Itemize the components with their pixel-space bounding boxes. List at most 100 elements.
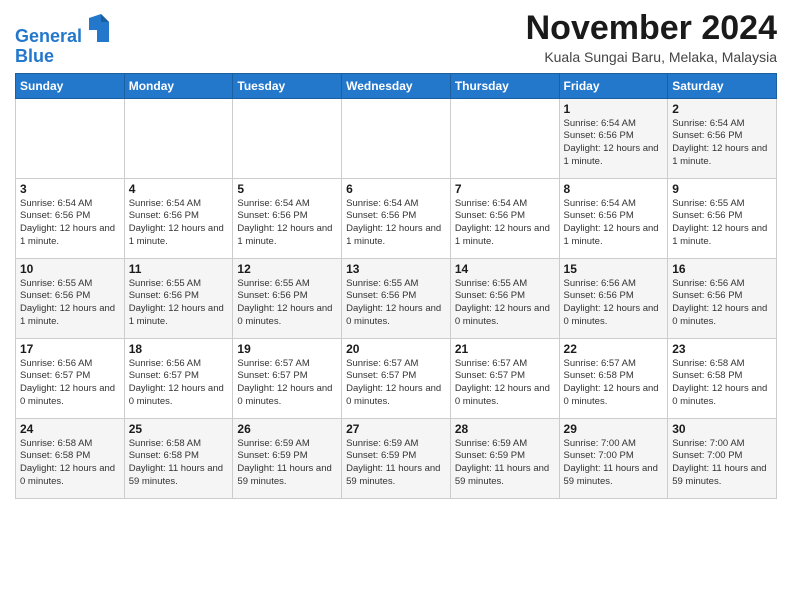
- col-header-sunday: Sunday: [16, 73, 125, 98]
- calendar-week-3: 10 Sunrise: 6:55 AM Sunset: 6:56 PM Dayli…: [16, 258, 777, 338]
- calendar-table: SundayMondayTuesdayWednesdayThursdayFrid…: [15, 73, 777, 499]
- calendar-cell: [450, 98, 559, 178]
- calendar-week-4: 17Sunrise: 6:56 AM Sunset: 6:57 PM Dayli…: [16, 338, 777, 418]
- calendar-cell: 23 Sunrise: 6:58 AM Sunset: 6:58 PM Dayli…: [668, 338, 777, 418]
- calendar-cell: 21Sunrise: 6:57 AM Sunset: 6:57 PM Dayli…: [450, 338, 559, 418]
- col-header-saturday: Saturday: [668, 73, 777, 98]
- day-info: Sunrise: 6:55 AM Sunset: 6:56 PM Dayligh…: [20, 278, 120, 329]
- day-number: 17: [20, 342, 120, 356]
- day-info: Sunrise: 6:55 AM Sunset: 6:56 PM Dayligh…: [346, 278, 446, 329]
- day-number: 11: [129, 262, 229, 276]
- col-header-wednesday: Wednesday: [342, 73, 451, 98]
- calendar-cell: 10 Sunrise: 6:55 AM Sunset: 6:56 PM Dayli…: [16, 258, 125, 338]
- calendar-cell: 2 Sunrise: 6:54 AM Sunset: 6:56 PM Daylig…: [668, 98, 777, 178]
- calendar-cell: 15 Sunrise: 6:56 AM Sunset: 6:56 PM Dayli…: [559, 258, 668, 338]
- calendar-cell: 28 Sunrise: 6:59 AM Sunset: 6:59 PM Dayli…: [450, 418, 559, 498]
- day-number: 3: [20, 182, 120, 196]
- day-number: 23: [672, 342, 772, 356]
- day-number: 6: [346, 182, 446, 196]
- day-number: 4: [129, 182, 229, 196]
- calendar-cell: 27 Sunrise: 6:59 AM Sunset: 6:59 PM Dayli…: [342, 418, 451, 498]
- day-info: Sunrise: 6:54 AM Sunset: 6:56 PM Dayligh…: [564, 198, 664, 249]
- title-block: November 2024 Kuala Sungai Baru, Melaka,…: [526, 10, 777, 65]
- calendar-cell: 1 Sunrise: 6:54 AM Sunset: 6:56 PM Daylig…: [559, 98, 668, 178]
- calendar-cell: 22Sunrise: 6:57 AM Sunset: 6:58 PM Dayli…: [559, 338, 668, 418]
- calendar-cell: 18Sunrise: 6:56 AM Sunset: 6:57 PM Dayli…: [124, 338, 233, 418]
- day-number: 24: [20, 422, 120, 436]
- day-info: Sunrise: 6:55 AM Sunset: 6:56 PM Dayligh…: [672, 198, 772, 249]
- calendar-cell: 3Sunrise: 6:54 AM Sunset: 6:56 PM Daylig…: [16, 178, 125, 258]
- calendar-cell: 19 Sunrise: 6:57 AM Sunset: 6:57 PM Dayli…: [233, 338, 342, 418]
- logo: General Blue: [15, 14, 109, 67]
- day-info: Sunrise: 6:58 AM Sunset: 6:58 PM Dayligh…: [20, 438, 120, 489]
- location: Kuala Sungai Baru, Melaka, Malaysia: [526, 49, 777, 65]
- day-info: Sunrise: 6:56 AM Sunset: 6:56 PM Dayligh…: [564, 278, 664, 329]
- calendar-week-1: 1 Sunrise: 6:54 AM Sunset: 6:56 PM Daylig…: [16, 98, 777, 178]
- day-info: Sunrise: 6:59 AM Sunset: 6:59 PM Dayligh…: [346, 438, 446, 489]
- calendar-cell: 25Sunrise: 6:58 AM Sunset: 6:58 PM Dayli…: [124, 418, 233, 498]
- logo-blue: Blue: [15, 47, 109, 67]
- logo-icon: [89, 14, 109, 42]
- calendar-header-row: SundayMondayTuesdayWednesdayThursdayFrid…: [16, 73, 777, 98]
- day-info: Sunrise: 6:54 AM Sunset: 6:56 PM Dayligh…: [455, 198, 555, 249]
- day-info: Sunrise: 6:55 AM Sunset: 6:56 PM Dayligh…: [237, 278, 337, 329]
- col-header-friday: Friday: [559, 73, 668, 98]
- calendar-cell: 7 Sunrise: 6:54 AM Sunset: 6:56 PM Daylig…: [450, 178, 559, 258]
- calendar-cell: [124, 98, 233, 178]
- calendar-cell: 20 Sunrise: 6:57 AM Sunset: 6:57 PM Dayli…: [342, 338, 451, 418]
- calendar-cell: [342, 98, 451, 178]
- logo-general: General: [15, 26, 82, 46]
- day-number: 19: [237, 342, 337, 356]
- day-number: 8: [564, 182, 664, 196]
- day-number: 7: [455, 182, 555, 196]
- day-info: Sunrise: 6:57 AM Sunset: 6:57 PM Dayligh…: [237, 358, 337, 409]
- day-info: Sunrise: 7:00 AM Sunset: 7:00 PM Dayligh…: [564, 438, 664, 489]
- day-info: Sunrise: 6:54 AM Sunset: 6:56 PM Dayligh…: [237, 198, 337, 249]
- day-info: Sunrise: 6:54 AM Sunset: 6:56 PM Dayligh…: [564, 118, 664, 169]
- col-header-tuesday: Tuesday: [233, 73, 342, 98]
- calendar-cell: 29 Sunrise: 7:00 AM Sunset: 7:00 PM Dayli…: [559, 418, 668, 498]
- day-number: 5: [237, 182, 337, 196]
- day-number: 15: [564, 262, 664, 276]
- day-info: Sunrise: 6:57 AM Sunset: 6:57 PM Dayligh…: [346, 358, 446, 409]
- calendar-cell: 4Sunrise: 6:54 AM Sunset: 6:56 PM Daylig…: [124, 178, 233, 258]
- day-number: 16: [672, 262, 772, 276]
- day-number: 12: [237, 262, 337, 276]
- day-info: Sunrise: 6:59 AM Sunset: 6:59 PM Dayligh…: [455, 438, 555, 489]
- calendar-week-2: 3 Sunrise: 6:54 AM Sunset: 6:56 PM Daylig…: [16, 178, 777, 258]
- day-number: 20: [346, 342, 446, 356]
- page-header: General Blue November 2024 Kuala Sungai …: [15, 10, 777, 67]
- day-number: 9: [672, 182, 772, 196]
- day-number: 2: [672, 102, 772, 116]
- calendar-cell: 6 Sunrise: 6:54 AM Sunset: 6:56 PM Daylig…: [342, 178, 451, 258]
- day-info: Sunrise: 6:55 AM Sunset: 6:56 PM Dayligh…: [129, 278, 229, 329]
- day-number: 1: [564, 102, 664, 116]
- calendar-week-5: 24 Sunrise: 6:58 AM Sunset: 6:58 PM Dayli…: [16, 418, 777, 498]
- day-number: 25: [129, 422, 229, 436]
- calendar-cell: 13 Sunrise: 6:55 AM Sunset: 6:56 PM Dayli…: [342, 258, 451, 338]
- day-number: 10: [20, 262, 120, 276]
- day-info: Sunrise: 6:57 AM Sunset: 6:58 PM Dayligh…: [564, 358, 664, 409]
- day-info: Sunrise: 7:00 AM Sunset: 7:00 PM Dayligh…: [672, 438, 772, 489]
- col-header-thursday: Thursday: [450, 73, 559, 98]
- day-number: 13: [346, 262, 446, 276]
- day-info: Sunrise: 6:57 AM Sunset: 6:57 PM Dayligh…: [455, 358, 555, 409]
- calendar-cell: 30Sunrise: 7:00 AM Sunset: 7:00 PM Dayli…: [668, 418, 777, 498]
- calendar-cell: 17Sunrise: 6:56 AM Sunset: 6:57 PM Dayli…: [16, 338, 125, 418]
- day-info: Sunrise: 6:56 AM Sunset: 6:56 PM Dayligh…: [672, 278, 772, 329]
- calendar-cell: 14Sunrise: 6:55 AM Sunset: 6:56 PM Dayli…: [450, 258, 559, 338]
- day-number: 27: [346, 422, 446, 436]
- day-info: Sunrise: 6:54 AM Sunset: 6:56 PM Dayligh…: [672, 118, 772, 169]
- calendar-cell: [16, 98, 125, 178]
- calendar-cell: [233, 98, 342, 178]
- day-info: Sunrise: 6:55 AM Sunset: 6:56 PM Dayligh…: [455, 278, 555, 329]
- calendar-cell: 9 Sunrise: 6:55 AM Sunset: 6:56 PM Daylig…: [668, 178, 777, 258]
- day-info: Sunrise: 6:58 AM Sunset: 6:58 PM Dayligh…: [672, 358, 772, 409]
- day-info: Sunrise: 6:54 AM Sunset: 6:56 PM Dayligh…: [346, 198, 446, 249]
- day-number: 28: [455, 422, 555, 436]
- logo-text: General: [15, 14, 109, 47]
- calendar-cell: 11 Sunrise: 6:55 AM Sunset: 6:56 PM Dayli…: [124, 258, 233, 338]
- calendar-cell: 16 Sunrise: 6:56 AM Sunset: 6:56 PM Dayli…: [668, 258, 777, 338]
- day-number: 29: [564, 422, 664, 436]
- calendar-cell: 8 Sunrise: 6:54 AM Sunset: 6:56 PM Daylig…: [559, 178, 668, 258]
